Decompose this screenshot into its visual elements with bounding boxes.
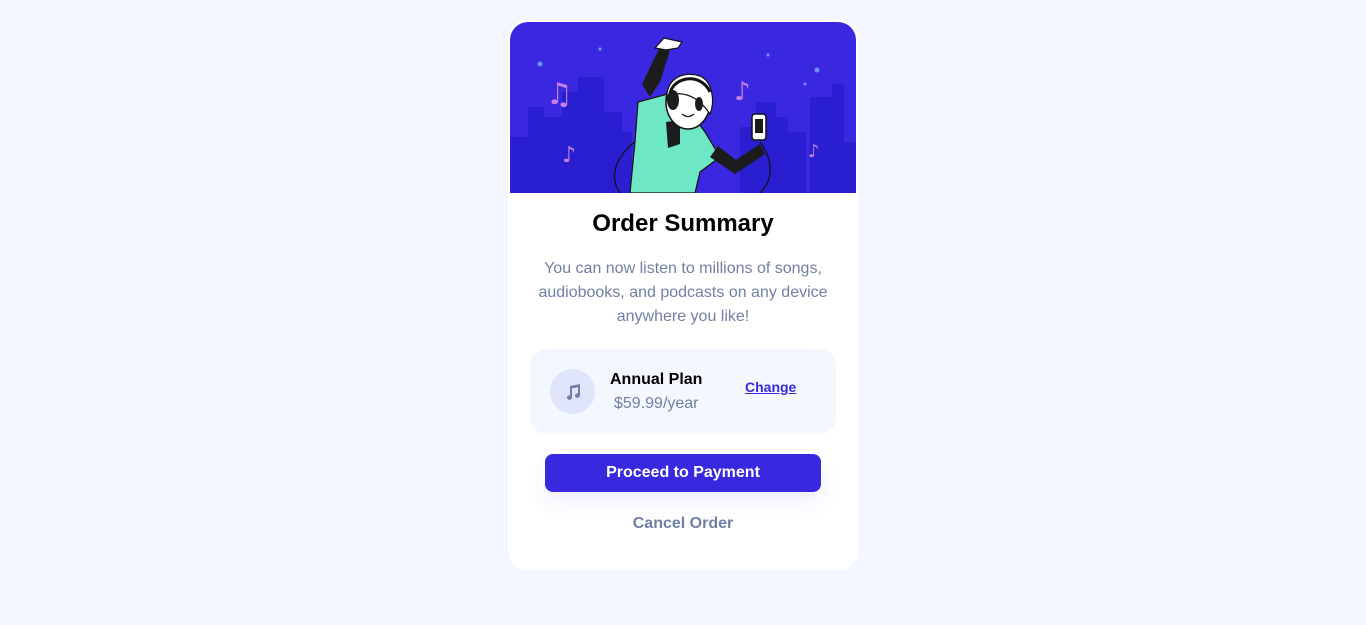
svg-text:♪: ♪: [562, 143, 576, 168]
svg-text:♪: ♪: [734, 77, 751, 107]
card-description: You can now listen to millions of songs,…: [538, 260, 828, 325]
svg-text:♫: ♫: [546, 77, 573, 112]
change-plan-link[interactable]: Change: [745, 379, 796, 395]
music-note-icon: [550, 369, 595, 414]
svg-text:♪: ♪: [808, 141, 820, 162]
plan-name: Annual Plan: [610, 371, 703, 388]
plan-panel: Annual Plan $59.99/year Change: [530, 349, 836, 434]
hero-illustration: ♫ ♪ ♪ ♪: [510, 22, 856, 193]
order-summary-card: ♫ ♪ ♪ ♪ Order Summary You can now listen…: [508, 20, 858, 570]
cancel-order-button[interactable]: Cancel Order: [545, 512, 821, 536]
card-title: Order Summary: [592, 210, 774, 237]
plan-price: $59.99/year: [614, 395, 699, 412]
proceed-to-payment-button[interactable]: Proceed to Payment: [545, 454, 821, 492]
